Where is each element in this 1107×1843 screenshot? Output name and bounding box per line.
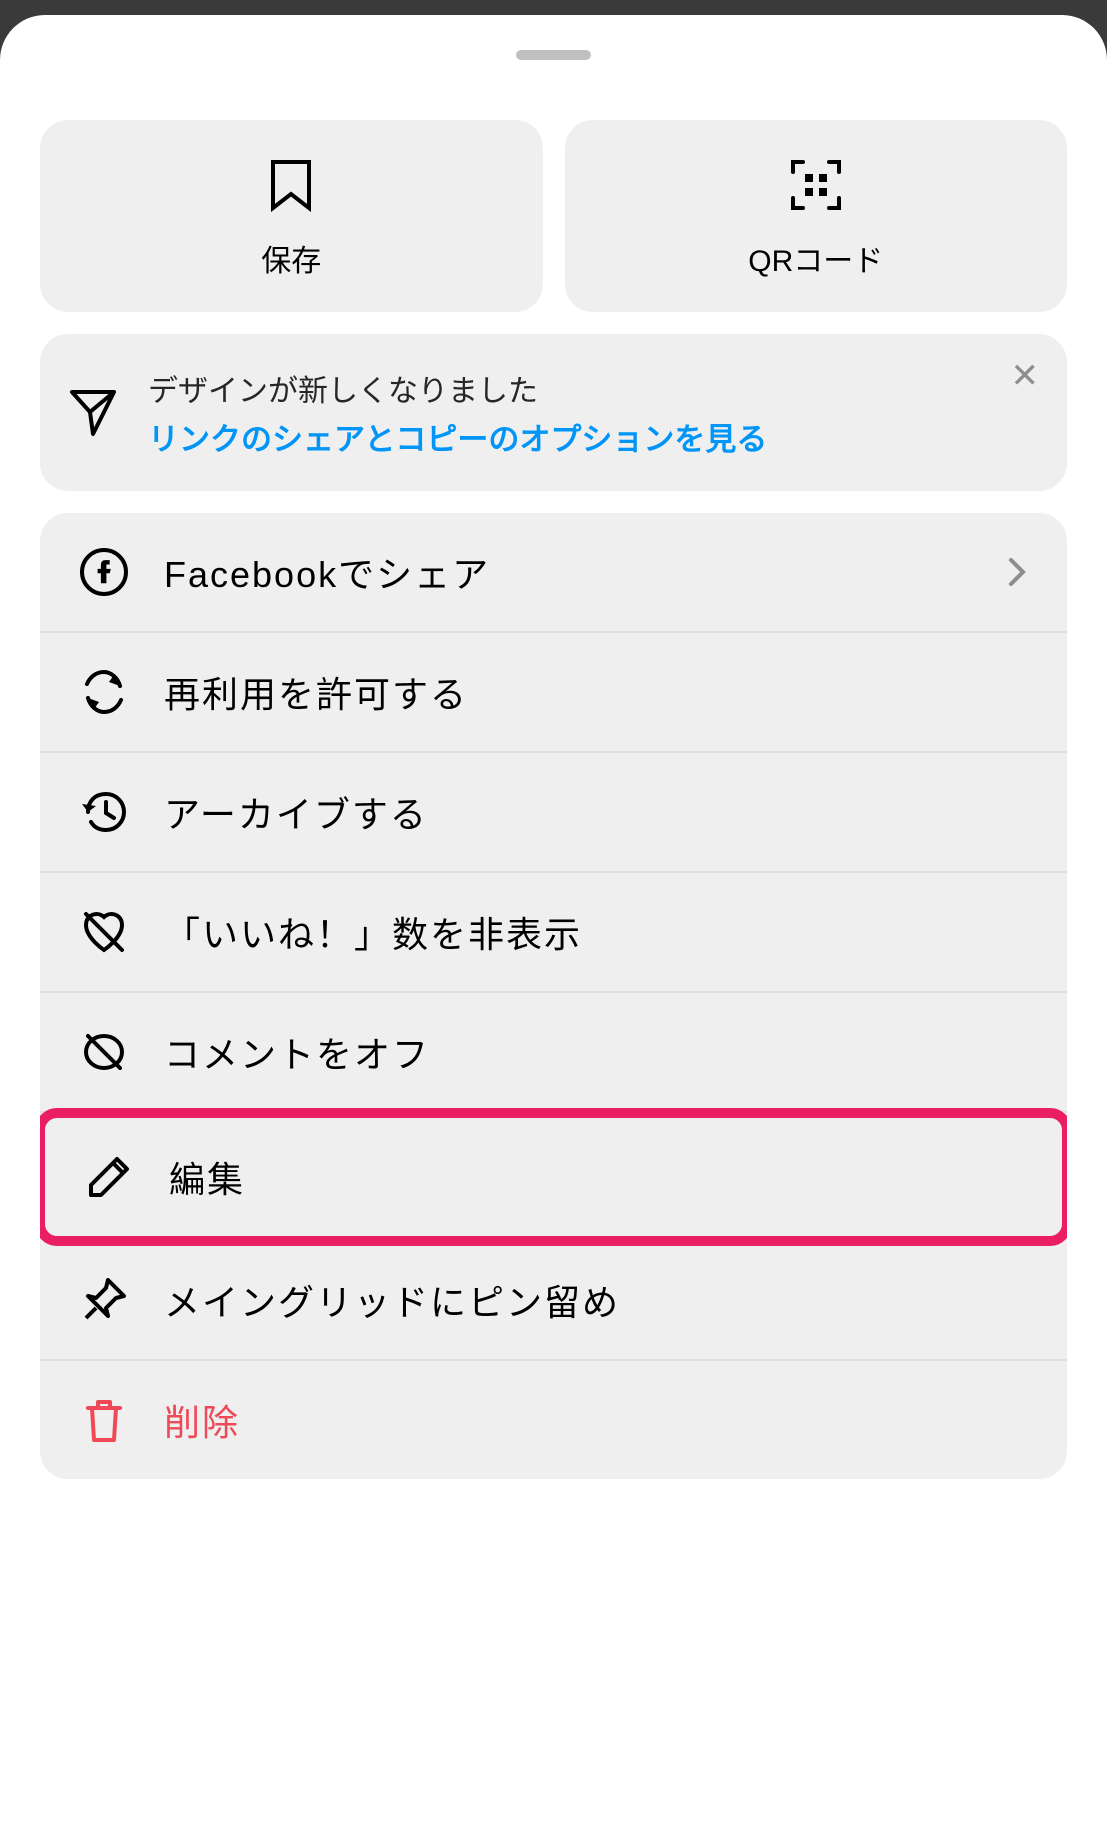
menu-item-allow-reuse[interactable]: 再利用を許可する bbox=[40, 633, 1067, 753]
pencil-icon bbox=[85, 1153, 133, 1201]
pin-icon bbox=[80, 1276, 128, 1324]
menu-item-label: コメントをオフ bbox=[164, 1026, 430, 1078]
menu-item-pin[interactable]: メイングリッドにピン留め bbox=[40, 1241, 1067, 1361]
chevron-right-icon bbox=[1007, 556, 1027, 588]
save-label: 保存 bbox=[261, 236, 321, 280]
notice-link[interactable]: リンクのシェアとコピーのオプションを見る bbox=[148, 414, 1039, 459]
notice-text: デザインが新しくなりました リンクのシェアとコピーのオプションを見る bbox=[148, 366, 1039, 459]
menu-item-label: Facebookでシェア bbox=[164, 546, 490, 598]
sheet-grabber[interactable] bbox=[516, 50, 591, 60]
menu-item-archive[interactable]: アーカイブする bbox=[40, 753, 1067, 873]
menu-item-delete[interactable]: 削除 bbox=[40, 1361, 1067, 1479]
comment-off-icon bbox=[80, 1028, 128, 1076]
bookmark-icon bbox=[269, 158, 313, 212]
facebook-icon bbox=[80, 548, 128, 596]
menu-item-label: 削除 bbox=[164, 1394, 240, 1446]
notice-title: デザインが新しくなりました bbox=[148, 366, 1039, 410]
menu-item-label: アーカイブする bbox=[164, 786, 428, 838]
menu-item-label: 再利用を許可する bbox=[164, 666, 468, 718]
menu-item-edit[interactable]: 編集 bbox=[40, 1108, 1067, 1246]
trash-icon bbox=[80, 1396, 128, 1444]
send-icon bbox=[68, 388, 118, 438]
qrcode-icon bbox=[789, 158, 843, 212]
qrcode-button[interactable]: QRコード bbox=[565, 120, 1068, 312]
top-button-row: 保存 QRコード bbox=[0, 120, 1107, 312]
heart-off-icon bbox=[80, 908, 128, 956]
menu-item-comments-off[interactable]: コメントをオフ bbox=[40, 993, 1067, 1113]
history-icon bbox=[80, 788, 128, 836]
qrcode-label: QRコード bbox=[748, 236, 883, 280]
notice-card: デザインが新しくなりました リンクのシェアとコピーのオプションを見る ✕ bbox=[40, 334, 1067, 491]
menu-item-label: 編集 bbox=[169, 1151, 245, 1203]
menu-item-hide-likes[interactable]: 「いいね！」数を非表示 bbox=[40, 873, 1067, 993]
bottom-sheet: 保存 QRコード bbox=[0, 15, 1107, 1843]
menu-item-facebook-share[interactable]: Facebookでシェア bbox=[40, 513, 1067, 633]
recycle-icon bbox=[80, 668, 128, 716]
menu-item-label: メイングリッドにピン留め bbox=[164, 1274, 620, 1326]
menu-list: Facebookでシェア 再利用を許可する bbox=[40, 513, 1067, 1479]
save-button[interactable]: 保存 bbox=[40, 120, 543, 312]
close-icon[interactable]: ✕ bbox=[1011, 359, 1040, 393]
menu-item-label: 「いいね！」数を非表示 bbox=[164, 906, 582, 958]
